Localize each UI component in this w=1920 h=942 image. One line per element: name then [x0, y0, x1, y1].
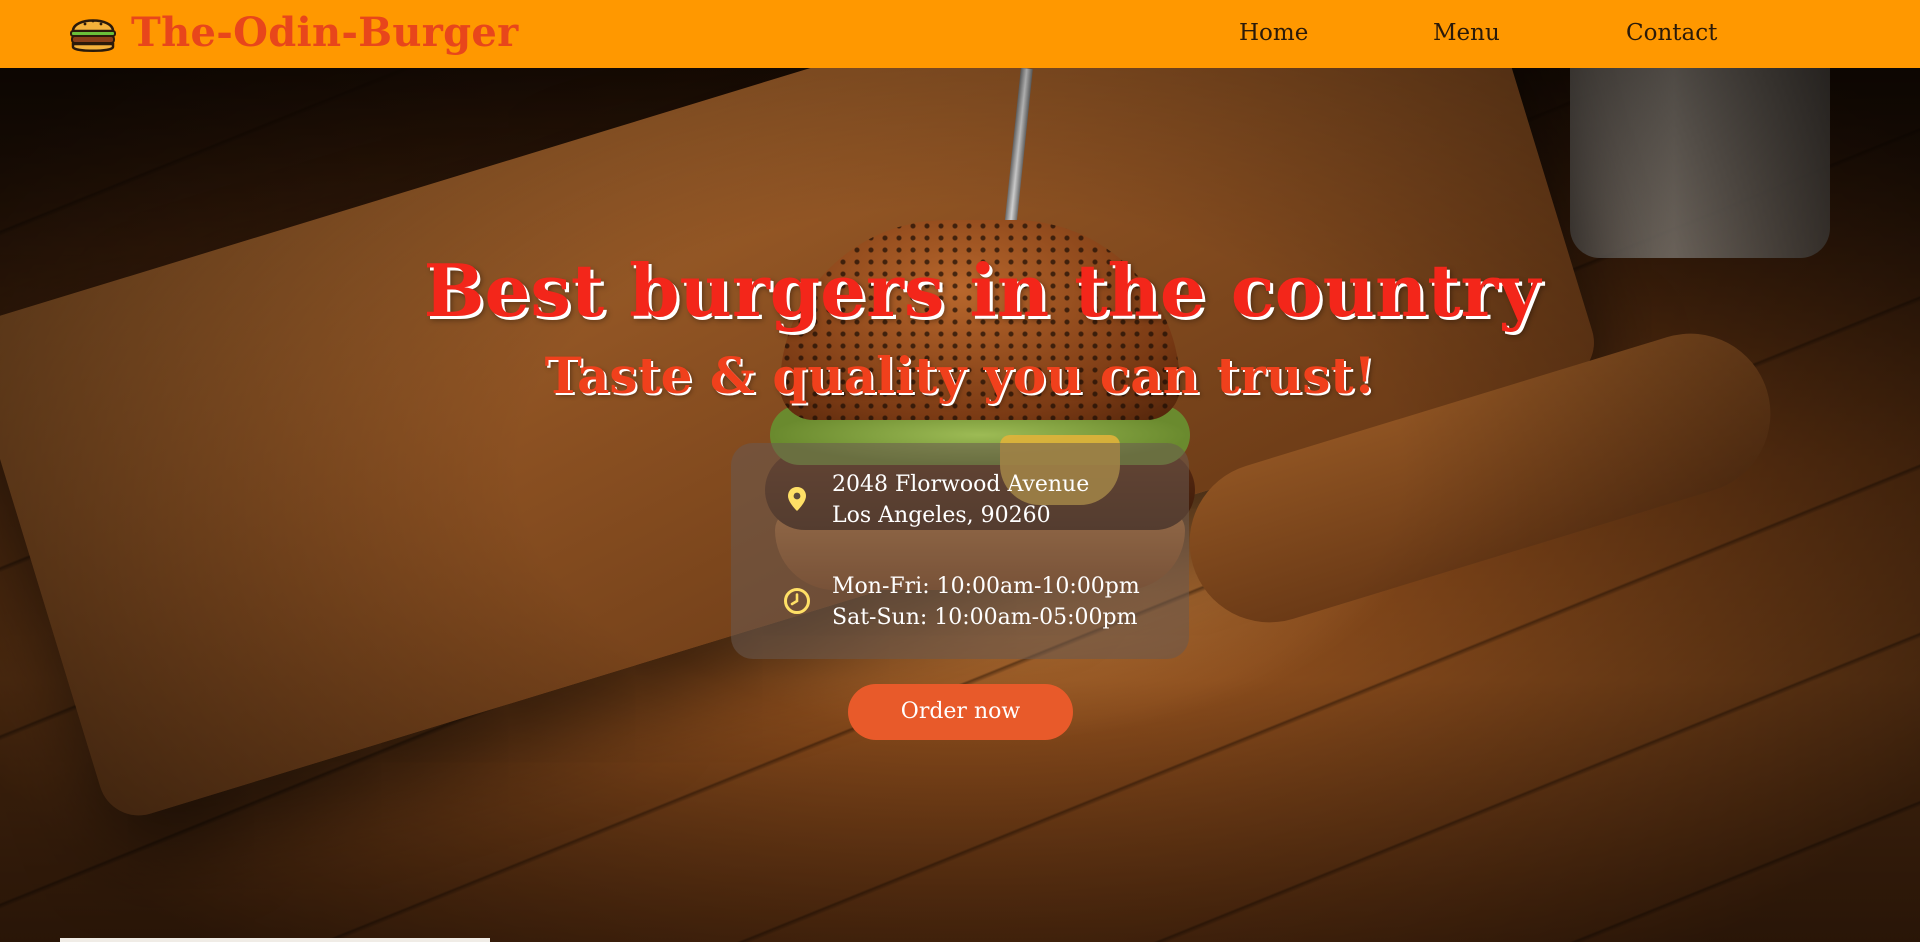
page-bottom-edge: [60, 938, 490, 942]
brand-name: The-Odin-Burger: [131, 9, 519, 56]
hours-weekdays: Mon-Fri: 10:00am-10:00pm: [832, 574, 1140, 599]
address-row: 2048 Florwood Avenue Los Angeles, 90260: [731, 469, 1189, 529]
address-line-1: 2048 Florwood Avenue: [832, 472, 1090, 497]
burger-icon: [70, 19, 116, 52]
info-card: 2048 Florwood Avenue Los Angeles, 90260 …: [731, 443, 1189, 659]
hero-subheadline: Taste & quality you can trust!: [544, 346, 1376, 405]
hours-row: Mon-Fri: 10:00am-10:00pm Sat-Sun: 10:00a…: [731, 571, 1189, 631]
hero-headline: Best burgers in the country: [423, 248, 1541, 333]
nav-contact-link[interactable]: Contact: [1626, 18, 1717, 48]
hours-weekend: Sat-Sun: 10:00am-05:00pm: [832, 605, 1138, 630]
brand-logo[interactable]: The-Odin-Burger: [67, 9, 519, 57]
clock-icon: [784, 588, 810, 614]
navbar: The-Odin-Burger Home Menu Contact: [0, 0, 1920, 68]
nav-home-link[interactable]: Home: [1239, 18, 1308, 48]
order-now-button[interactable]: Order now: [848, 684, 1073, 740]
address-line-2: Los Angeles, 90260: [832, 503, 1051, 528]
address-text: 2048 Florwood Avenue Los Angeles, 90260: [832, 469, 1089, 531]
nav-menu-link[interactable]: Menu: [1433, 18, 1500, 48]
hours-text: Mon-Fri: 10:00am-10:00pm Sat-Sun: 10:00a…: [832, 571, 1140, 633]
map-pin-icon: [788, 487, 806, 511]
